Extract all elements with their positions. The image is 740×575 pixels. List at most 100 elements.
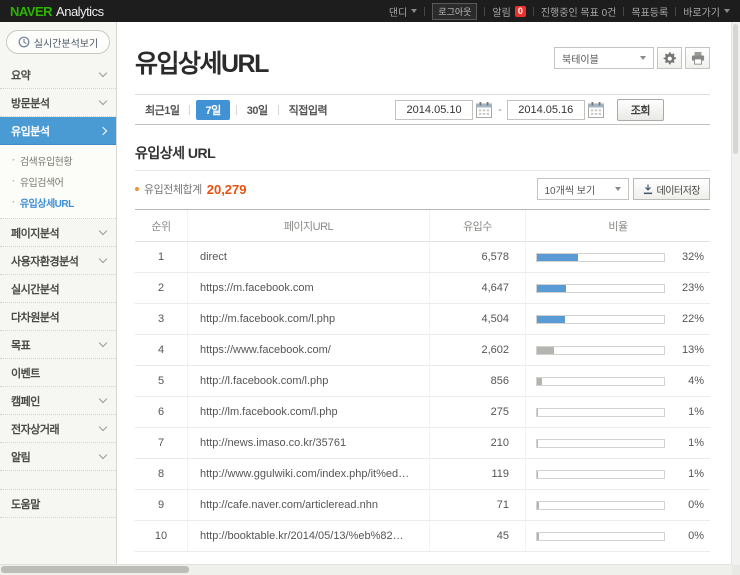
ratio-bar-track (536, 252, 665, 262)
realtime-view-button[interactable]: 실시간분석보기 (6, 30, 110, 54)
horizontal-scrollbar[interactable] (0, 564, 732, 575)
ratio-value: 1% (688, 406, 704, 418)
table-row: 1 direct 6,578 32% (135, 241, 710, 273)
ratio-value: 1% (688, 468, 704, 480)
rank-cell: 5 (135, 365, 188, 397)
ratio-bar-track (536, 314, 665, 324)
url-cell: https://m.facebook.com (187, 272, 430, 304)
sidebar-item-goal[interactable]: 목표 (0, 331, 116, 359)
count-cell: 275 (429, 396, 526, 428)
date-range-tab-last-1day[interactable]: 최근1일 (135, 102, 189, 118)
sidebar-item-label: 다차원분석 (11, 311, 60, 324)
chevron-down-icon (640, 56, 646, 60)
vertical-scrollbar-thumb[interactable] (733, 24, 738, 154)
rank-cell: 7 (135, 427, 188, 459)
sidebar-item-ecommerce[interactable]: 전자상거래 (0, 415, 116, 443)
alert-menu[interactable]: 알림 0 (492, 4, 526, 19)
calendar-icon[interactable] (475, 101, 493, 119)
chevron-down-icon (98, 96, 108, 106)
url-cell: direct (187, 241, 430, 273)
page-size-select[interactable]: 10개씩 보기 (536, 178, 629, 200)
date-range-tab-7days[interactable]: 7일 (196, 99, 230, 120)
ratio-bar (537, 253, 578, 261)
sidebar-subitem-label: 검색유입현황 (19, 157, 73, 168)
sidebar-item-label: 페이지분석 (11, 227, 60, 240)
sidebar-item-visit-analysis[interactable]: 방문분석 (0, 89, 116, 117)
table-body: 1 direct 6,578 32% 2 https://m.facebook.com 4,… (135, 241, 710, 552)
sidebar-subitem-label: 유입상세URL (19, 199, 74, 210)
table-row: 10 http://booktable.kr/2014/05/13/%eb%82…… (135, 520, 710, 552)
sidebar-item-inflow-analysis[interactable]: 유입분석 (0, 117, 116, 145)
goal-register-link[interactable]: 목표등록 (631, 4, 668, 19)
sidebar-subitem-inflow-detail-url[interactable]: · 유입상세URL (0, 192, 116, 213)
ratio-bar (537, 315, 565, 323)
table-row: 4 https://www.facebook.com/2,602 13% (135, 334, 710, 366)
site-selector[interactable]: 북테이블 (554, 47, 654, 69)
logout-button[interactable]: 로그아웃 (432, 2, 478, 20)
table-row: 9 http://cafe.naver.com/articleread.nhn 71… (135, 489, 710, 521)
data-save-button[interactable]: 데이터저장 (632, 178, 710, 200)
count-cell: 71 (429, 489, 526, 521)
sidebar-item-help[interactable]: 도움말 (0, 489, 116, 518)
alert-count-badge: 0 (514, 5, 526, 17)
sidebar: 실시간분석보기 요약방문분석유입분석 · 검색유입현황 · 유입검색어 · 유입상세URL 페… (0, 22, 117, 565)
scrollbar-corner (732, 565, 740, 575)
chevron-down-icon (411, 9, 418, 13)
ratio-bar-wrap: 23% (536, 282, 704, 294)
user-menu[interactable]: 댄디 (388, 4, 418, 19)
sidebar-subitem-label: 유입검색어 (19, 178, 64, 189)
rank-cell: 1 (135, 241, 188, 273)
ratio-cell: 23% (525, 272, 710, 304)
sidebar-item-campaign[interactable]: 캠페인 (0, 387, 116, 415)
sidebar-item-event[interactable]: 이벤트 (0, 359, 116, 387)
sidebar-item-user-environment[interactable]: 사용자환경분석 (0, 247, 116, 275)
count-cell: 856 (429, 365, 526, 397)
table-header-row: 순위 페이지URL 유입수 비율 (135, 209, 710, 242)
ratio-bar (537, 470, 539, 478)
sidebar-item-multidimension[interactable]: 다차원분석 (0, 303, 116, 331)
search-button[interactable]: 조회 (616, 98, 664, 121)
table-row: 7 http://news.imaso.co.kr/35761 210 1% (135, 427, 710, 459)
sidebar-item-summary[interactable]: 요약 (0, 61, 116, 89)
tab-separator (189, 104, 191, 115)
shortcut-menu[interactable]: 바로가기 (683, 4, 730, 19)
end-date-input[interactable]: 2014.05.16 (506, 99, 585, 120)
settings-button[interactable] (657, 47, 682, 69)
rank-cell: 8 (135, 458, 188, 490)
ratio-bar-wrap: 13% (536, 344, 704, 356)
vertical-scrollbar[interactable] (731, 22, 740, 565)
clock-icon (18, 36, 30, 48)
brand-logo[interactable]: NAVER Analytics (10, 4, 104, 19)
sidebar-item-realtime-analysis[interactable]: 실시간분석 (0, 275, 116, 303)
naver-analytics-app: NAVER Analytics 댄디 로그아웃 알림 0 진행중인 목표 0건 … (0, 0, 740, 575)
ratio-value: 0% (688, 499, 704, 511)
sidebar-item-label: 방문분석 (11, 97, 50, 110)
sidebar-item-page-analysis[interactable]: 페이지분석 (0, 219, 116, 247)
ratio-value: 0% (688, 530, 704, 542)
date-range-tab-custom[interactable]: 직접입력 (279, 102, 337, 118)
sidebar-item-label: 알림 (11, 451, 31, 464)
sidebar-subitem-search-inflow-status[interactable]: · 검색유입현황 (0, 150, 116, 171)
url-cell: http://m.facebook.com/l.php (187, 303, 430, 335)
date-range-tab-30days[interactable]: 30일 (237, 102, 278, 118)
horizontal-scrollbar-thumb[interactable] (1, 566, 189, 573)
divider (532, 6, 534, 16)
report-controls: 10개씩 보기 데이터저장 (536, 178, 710, 200)
print-button[interactable] (685, 47, 710, 69)
printer-icon (691, 51, 705, 65)
ratio-cell: 1% (525, 396, 710, 428)
shortcut-label: 바로가기 (683, 7, 720, 19)
calendar-icon[interactable] (587, 101, 605, 119)
user-name: 댄디 (388, 7, 408, 19)
sidebar-item-label: 전자상거래 (11, 423, 60, 436)
sidebar-item-notification[interactable]: 알림 (0, 443, 116, 471)
start-date-input[interactable]: 2014.05.10 (395, 99, 474, 120)
ratio-bar-track (536, 469, 665, 479)
ratio-cell: 1% (525, 427, 710, 459)
chevron-down-icon (98, 450, 108, 460)
ratio-bar-wrap: 0% (536, 530, 704, 542)
chevron-down-icon (98, 394, 108, 404)
ratio-bar-wrap: 22% (536, 313, 704, 325)
sidebar-subitem-inflow-keyword[interactable]: · 유입검색어 (0, 171, 116, 192)
rank-cell: 10 (135, 520, 188, 552)
